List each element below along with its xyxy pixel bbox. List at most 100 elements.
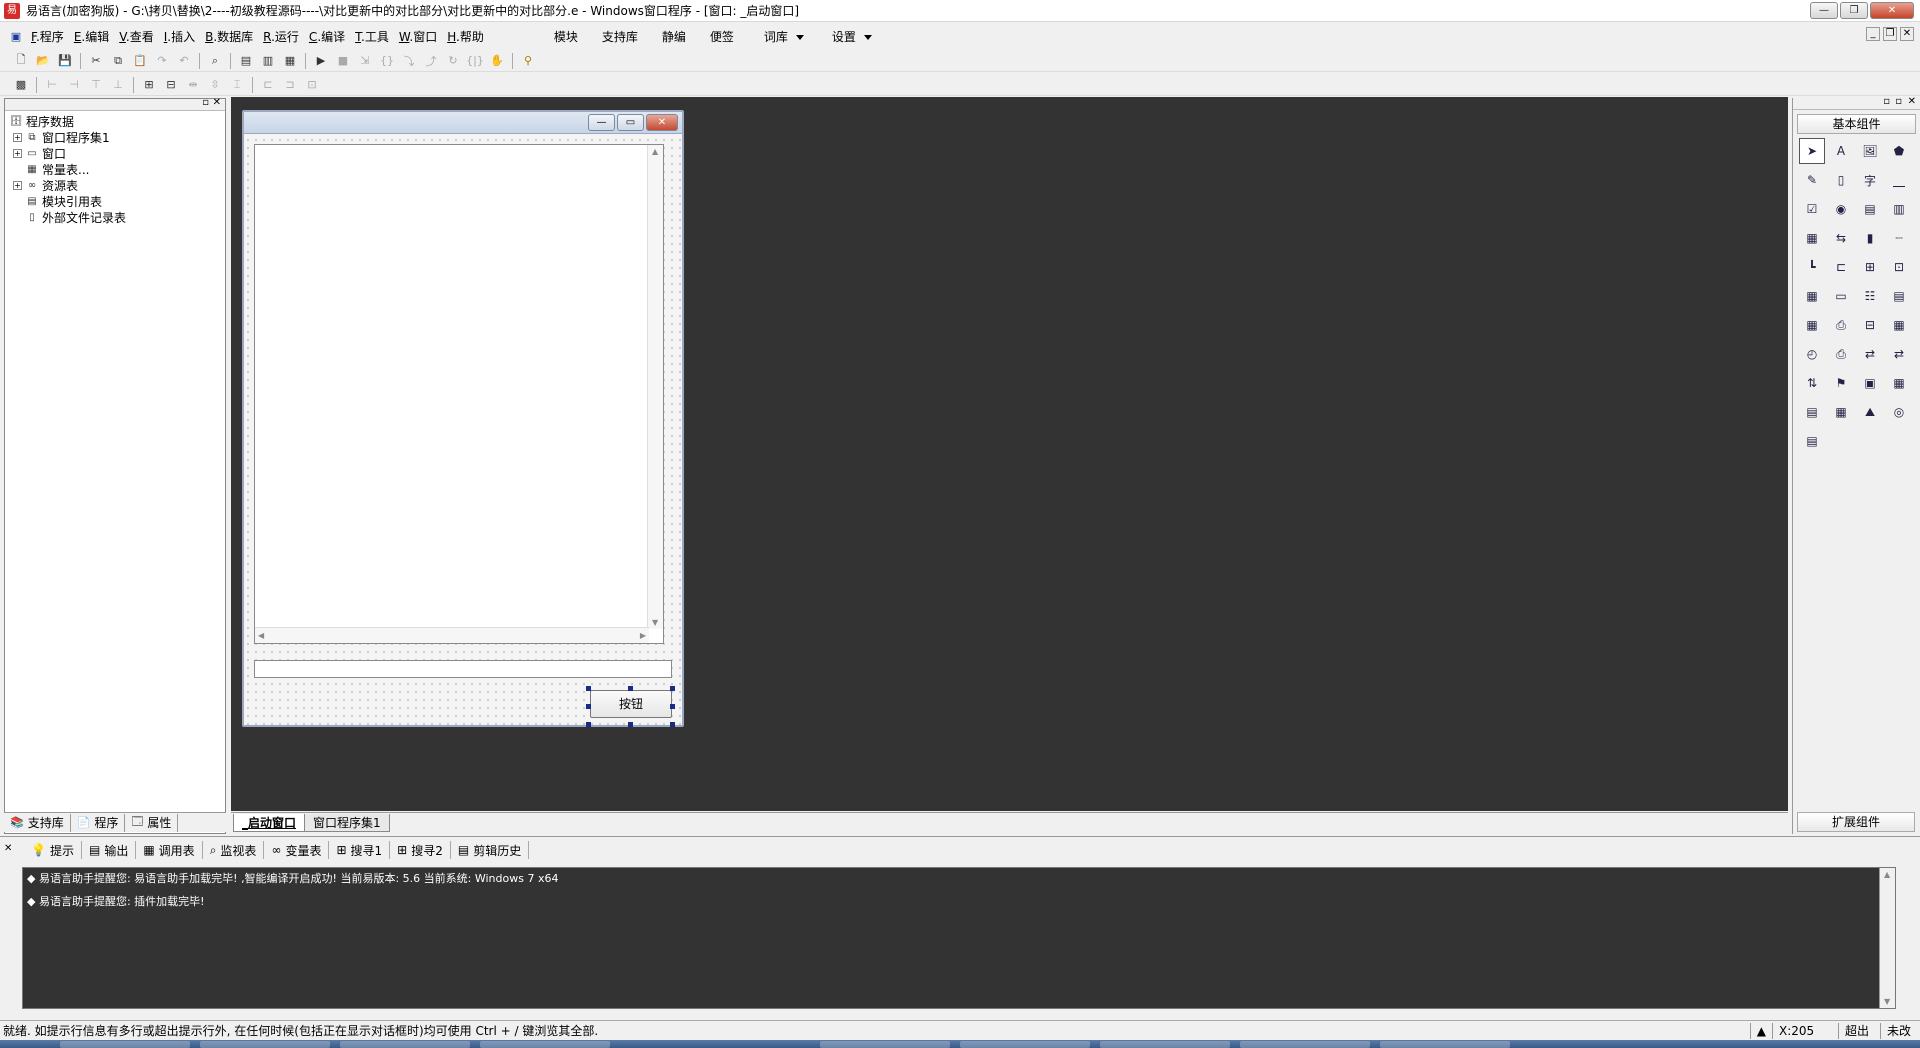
step5-icon[interactable]: ↻	[444, 52, 462, 70]
menu-extra-3[interactable]: 便签	[705, 28, 739, 45]
component-tool-icon[interactable]: ⎙	[1828, 312, 1854, 338]
save-icon[interactable]: 💾	[56, 52, 74, 70]
menu-dropdown-1[interactable]: 设置	[827, 28, 877, 45]
status-scroll-icon[interactable]: ▲	[1749, 1022, 1772, 1039]
menu-extra-2[interactable]: 静编	[657, 28, 691, 45]
menu-item-i[interactable]: I.插入	[159, 28, 200, 45]
component-tool-icon[interactable]: ▤	[1799, 399, 1825, 425]
hand-icon[interactable]: ✋	[488, 52, 506, 70]
component-tool-icon[interactable]: ⎽	[1886, 167, 1912, 193]
mdi-close-button[interactable]: ✕	[1900, 27, 1914, 41]
tree-item[interactable]: + ▭ 窗口	[9, 145, 221, 161]
component-tool-icon[interactable]: ◴	[1799, 341, 1825, 367]
left-tab-2[interactable]: 🗔 属性	[125, 813, 179, 832]
component-tool-icon[interactable]: ▤	[1799, 428, 1825, 454]
component-tool-icon[interactable]: ◉	[1828, 196, 1854, 222]
mdi-minimize-button[interactable]: _	[1866, 27, 1880, 41]
align-bottom-icon[interactable]: ⊥	[109, 76, 127, 94]
same-both-icon[interactable]: ⊡	[303, 76, 321, 94]
form-button[interactable]: 按钮	[590, 690, 672, 718]
output-close-icon[interactable]: ✕	[4, 843, 12, 854]
tree-item[interactable]: ▯ 外部文件记录表	[9, 209, 221, 225]
tree-item[interactable]: ▦ 常量表...	[9, 161, 221, 177]
tree-item[interactable]: + ⧉ 窗口程序集1	[9, 129, 221, 145]
binoculars-icon[interactable]: ⚲	[519, 52, 537, 70]
doc-tab-1[interactable]: 窗口程序集1	[304, 814, 390, 832]
new-file-icon[interactable]: 🗋	[12, 52, 30, 70]
component-tool-icon[interactable]: ◎	[1886, 399, 1912, 425]
component-tool-icon[interactable]: ⇅	[1799, 370, 1825, 396]
cut-icon[interactable]: ✂	[87, 52, 105, 70]
stop-icon[interactable]: ■	[334, 52, 352, 70]
component-tool-icon[interactable]: ➤	[1799, 138, 1825, 164]
close-button[interactable]: ✕	[1870, 2, 1914, 19]
menu-item-w[interactable]: W.窗口	[394, 28, 442, 45]
basic-components-tab[interactable]: 基本组件	[1797, 114, 1916, 134]
step4-icon[interactable]: ⤴	[422, 52, 440, 70]
form-edit-box[interactable]: ▲ ▼ ◀ ▶	[254, 144, 664, 644]
component-tool-icon[interactable]: ▦	[1799, 225, 1825, 251]
component-tool-icon[interactable]: ⇄	[1857, 341, 1883, 367]
tree-expander-icon[interactable]: +	[13, 180, 22, 190]
panel-close-icon[interactable]: ✕	[213, 97, 221, 108]
menu-item-h[interactable]: H.帮助	[442, 28, 489, 45]
component-tool-icon[interactable]: ▣	[1857, 370, 1883, 396]
grid-icon[interactable]: ▩	[12, 76, 30, 94]
menu-item-r[interactable]: R.运行	[258, 28, 304, 45]
layout3-icon[interactable]: ▦	[281, 52, 299, 70]
same-size-icon[interactable]: ⌶	[228, 76, 246, 94]
menu-item-e[interactable]: E.编辑	[69, 28, 114, 45]
component-tool-icon[interactable]: ▭	[1828, 283, 1854, 309]
rp-close-icon[interactable]: ✕	[1908, 96, 1916, 107]
component-tool-icon[interactable]: 字	[1857, 167, 1883, 193]
layout1-icon[interactable]: ▤	[237, 52, 255, 70]
maximize-button[interactable]: ❐	[1840, 2, 1868, 19]
output-tab-4[interactable]: ∞ 变量表	[264, 841, 330, 859]
redo-icon[interactable]: ↷	[153, 52, 171, 70]
same-height-icon[interactable]: ⊐	[281, 76, 299, 94]
component-tool-icon[interactable]: ▦	[1886, 312, 1912, 338]
doc-tab-0[interactable]: _启动窗口	[233, 814, 306, 832]
edit-vertical-scrollbar[interactable]: ▲ ▼	[647, 145, 663, 629]
center-v-icon[interactable]: ⊟	[162, 76, 180, 94]
find-icon[interactable]: ⌕	[206, 52, 224, 70]
menu-item-t[interactable]: T.工具	[350, 28, 394, 45]
output-tab-1[interactable]: ▤ 输出	[82, 841, 137, 859]
component-tool-icon[interactable]: A	[1828, 138, 1854, 164]
component-tool-icon[interactable]: ✎	[1799, 167, 1825, 193]
menu-extra-1[interactable]: 支持库	[597, 28, 643, 45]
menu-item-c[interactable]: C.编译	[304, 28, 350, 45]
component-tool-icon[interactable]: ⊟	[1857, 312, 1883, 338]
tree-item[interactable]: + ∞ 资源表	[9, 177, 221, 193]
component-tool-icon[interactable]: ☑	[1799, 196, 1825, 222]
output-tab-3[interactable]: ⌕ 监视表	[203, 841, 265, 859]
form-close-button[interactable]: ✕	[646, 114, 678, 131]
rp-pin-icon[interactable]: ▫	[1883, 96, 1890, 107]
output-tab-6[interactable]: ⊞ 搜寻2	[390, 841, 451, 859]
component-tool-icon[interactable]: ▮	[1857, 225, 1883, 251]
menu-dropdown-0[interactable]: 词库	[759, 28, 809, 45]
layout2-icon[interactable]: ▥	[259, 52, 277, 70]
component-tool-icon[interactable]: ▥	[1886, 196, 1912, 222]
form-minimize-button[interactable]: —	[588, 114, 615, 131]
step1-icon[interactable]: ⇲	[356, 52, 374, 70]
mdi-restore-button[interactable]: ❐	[1883, 27, 1897, 41]
panel-restore-icon[interactable]: ▫	[202, 97, 209, 108]
form-title-bar[interactable]: — ▭ ✕	[244, 112, 682, 134]
form-text-input[interactable]	[254, 660, 672, 678]
output-scrollbar[interactable]: ▲ ▼	[1879, 868, 1895, 1008]
center-h-icon[interactable]: ⊞	[140, 76, 158, 94]
component-tool-icon[interactable]: ▤	[1857, 196, 1883, 222]
component-tool-icon[interactable]: ⇆	[1828, 225, 1854, 251]
component-tool-icon[interactable]: ⬟	[1886, 138, 1912, 164]
output-tab-0[interactable]: 💡 提示	[24, 841, 82, 859]
component-tool-icon[interactable]: ⎙	[1828, 341, 1854, 367]
rp-restore-icon[interactable]: ▫	[1895, 96, 1902, 107]
output-tab-2[interactable]: ▦ 调用表	[136, 841, 203, 859]
align-center-icon[interactable]: ⊣	[65, 76, 83, 94]
space-v-icon[interactable]: ⇳	[206, 76, 224, 94]
tree-expander-icon[interactable]: +	[13, 132, 22, 142]
space-h-icon[interactable]: ⇹	[184, 76, 202, 94]
component-tool-icon[interactable]: ▦	[1886, 370, 1912, 396]
run-icon[interactable]: ▶	[312, 52, 330, 70]
